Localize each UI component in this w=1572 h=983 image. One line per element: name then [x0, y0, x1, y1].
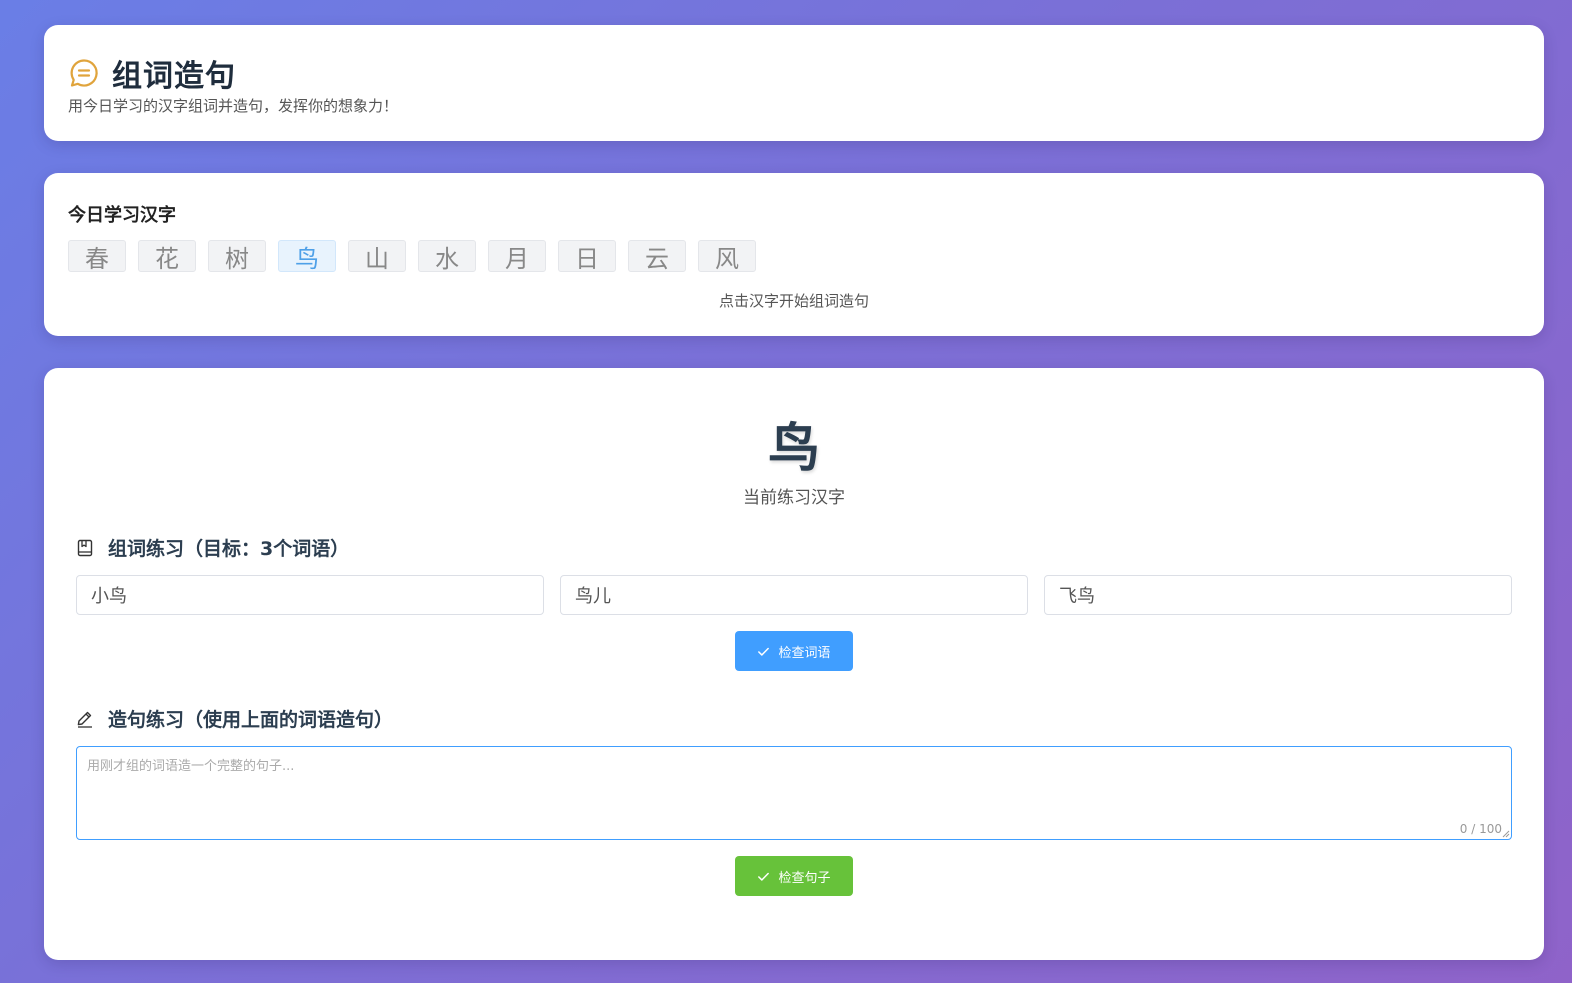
- sentence-section-title: 造句练习（使用上面的词语造句）: [108, 709, 394, 731]
- chat-bubble-icon: [68, 57, 100, 89]
- char-tile-chun[interactable]: 春: [68, 240, 126, 273]
- check-icon: [758, 647, 770, 656]
- word-input-3[interactable]: [1044, 575, 1512, 615]
- today-chars-heading: 今日学习汉字: [68, 205, 176, 226]
- char-tile-yun[interactable]: 云: [628, 240, 686, 273]
- char-tile-hua[interactable]: 花: [138, 240, 196, 273]
- char-count: 0 / 100: [1459, 822, 1502, 836]
- sentence-textarea[interactable]: [76, 746, 1512, 840]
- char-tile-shui[interactable]: 水: [418, 240, 476, 273]
- char-tile-yue[interactable]: 月: [488, 240, 546, 273]
- resize-grip-icon[interactable]: [1502, 830, 1510, 838]
- page-title: 组词造句: [112, 59, 236, 94]
- check-sentence-label: 检查句子: [778, 870, 831, 886]
- sentence-wrap: 0 / 100: [76, 746, 1512, 840]
- word-input-2[interactable]: [560, 575, 1028, 615]
- chars-hint: 点击汉字开始组词造句: [718, 292, 869, 310]
- check-icon: [758, 872, 770, 881]
- practice-card: 鸟 当前练习汉字 组词练习（目标：3个词语） 检查词语: [44, 368, 1544, 960]
- check-sentence-button[interactable]: 检查句子: [735, 856, 853, 896]
- char-tile-feng[interactable]: 风: [698, 240, 756, 273]
- char-tile-shan[interactable]: 山: [348, 240, 406, 273]
- book-icon: [76, 539, 94, 557]
- check-words-label: 检查词语: [778, 645, 831, 661]
- header-title-row: 组词造句: [68, 51, 236, 95]
- char-tile-ri[interactable]: 日: [558, 240, 616, 273]
- word-inputs: [76, 575, 1512, 615]
- char-tile-niao[interactable]: 鸟: [278, 240, 336, 273]
- check-words-button[interactable]: 检查词语: [735, 631, 853, 671]
- words-section-header: 组词练习（目标：3个词语）: [76, 534, 349, 561]
- header-card: 组词造句 用今日学习的汉字组词并造句，发挥你的想象力！: [44, 25, 1544, 141]
- current-char-caption: 当前练习汉字: [743, 488, 845, 508]
- char-list: 春 花 树 鸟 山 水 月 日 云 风: [68, 240, 768, 273]
- pencil-icon: [76, 710, 94, 728]
- words-section-title: 组词练习（目标：3个词语）: [108, 538, 350, 560]
- today-chars-card: 今日学习汉字 春 花 树 鸟 山 水 月 日 云 风 点击汉字开始组词造句: [44, 173, 1544, 336]
- current-char: 鸟: [767, 419, 820, 479]
- sentence-section-header: 造句练习（使用上面的词语造句）: [76, 705, 393, 732]
- page-subtitle: 用今日学习的汉字组词并造句，发挥你的想象力！: [68, 97, 399, 115]
- char-tile-shu[interactable]: 树: [208, 240, 266, 273]
- word-input-1[interactable]: [76, 575, 544, 615]
